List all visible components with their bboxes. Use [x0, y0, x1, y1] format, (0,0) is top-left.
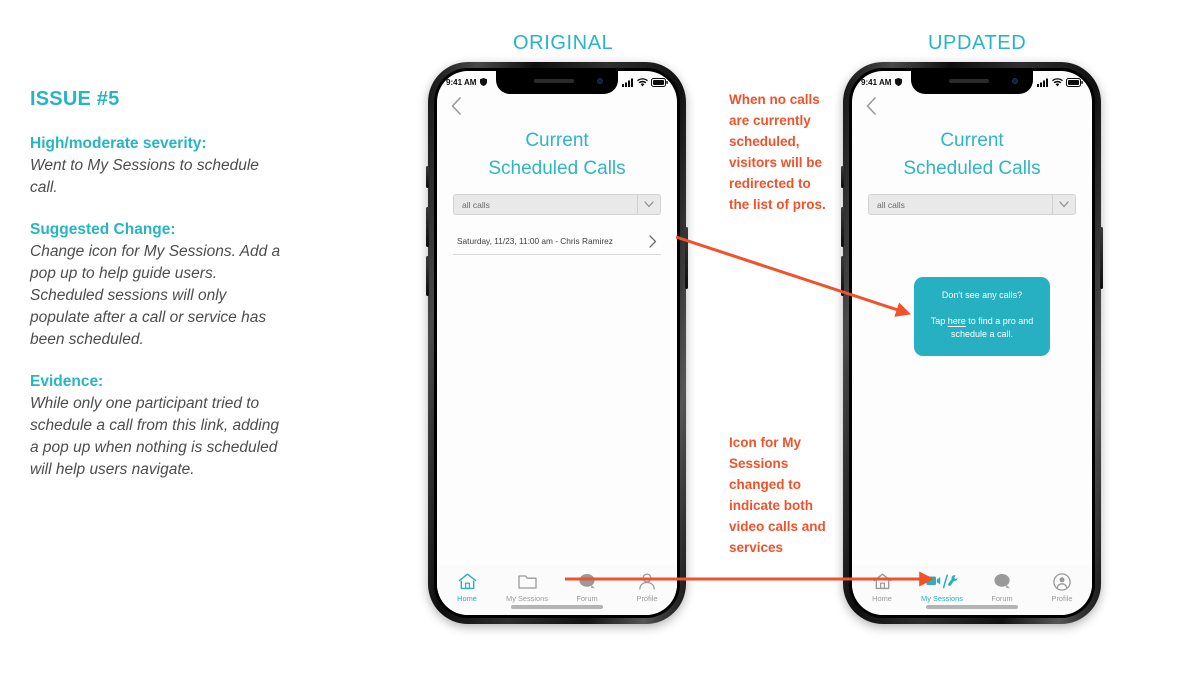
chevron-down-icon	[637, 195, 660, 214]
call-filter-dropdown[interactable]: all calls	[868, 194, 1076, 215]
earpiece-speaker-icon	[534, 79, 574, 83]
issue-heading: Evidence:	[30, 373, 104, 390]
back-button[interactable]	[449, 97, 463, 115]
phone-mockup-updated: 9:41 AM Current Scheduled Calls all call…	[841, 62, 1103, 624]
video-wrench-icon	[926, 572, 958, 591]
tab-label: Home	[457, 594, 477, 603]
home-indicator	[926, 605, 1018, 609]
call-filter-value: all calls	[462, 199, 490, 210]
cellular-signal-icon	[1037, 74, 1049, 92]
popup-here-link[interactable]: here	[948, 316, 966, 326]
section-heading-original: ORIGINAL	[513, 32, 614, 54]
status-bar-right	[1037, 74, 1083, 92]
speech-bubble-icon	[993, 572, 1012, 591]
power-button	[685, 227, 688, 289]
tab-profile[interactable]: Profile	[1032, 572, 1092, 603]
folder-icon	[517, 572, 537, 591]
screen-title: Current Scheduled Calls	[437, 127, 677, 182]
issue-heading: High/moderate severity:	[30, 135, 207, 152]
tab-label: My Sessions	[506, 594, 548, 603]
battery-icon	[1066, 74, 1083, 92]
shield-icon	[480, 77, 488, 88]
no-calls-popup[interactable]: Don't see any calls? Tap here to find a …	[914, 277, 1050, 356]
section-heading-updated: UPDATED	[928, 32, 1027, 54]
front-camera-icon	[1012, 78, 1018, 84]
volume-down-button	[841, 256, 844, 296]
issue-body: Change icon for My Sessions. Add a pop u…	[30, 243, 281, 348]
tab-label: Profile	[1051, 594, 1073, 603]
tab-label: My Sessions	[921, 594, 963, 603]
popup-body-before: Tap	[930, 315, 948, 326]
cellular-signal-icon	[622, 74, 634, 92]
issue-block-suggested-change: Suggested Change: Change icon for My Ses…	[30, 219, 282, 351]
back-button[interactable]	[864, 97, 878, 115]
issue-block-severity: High/moderate severity: Went to My Sessi…	[30, 133, 282, 199]
tab-home[interactable]: Home	[437, 572, 497, 603]
page-title: ISSUE #5	[30, 88, 120, 110]
volume-up-button	[841, 207, 844, 247]
screen-title: Current Scheduled Calls	[852, 127, 1092, 182]
screen-title-line2: Scheduled Calls	[903, 157, 1041, 179]
phone-mockup-original: 9:41 AM Current Scheduled Calls all call…	[426, 62, 688, 624]
volume-up-button	[426, 207, 429, 247]
home-indicator	[511, 605, 603, 609]
silent-switch	[841, 166, 844, 188]
status-time: 9:41 AM	[446, 78, 477, 87]
shield-icon	[895, 77, 903, 88]
call-filter-dropdown[interactable]: all calls	[453, 194, 661, 215]
tab-profile[interactable]: Profile	[617, 572, 677, 603]
status-bar-left: 9:41 AM	[446, 77, 488, 88]
tab-label: Forum	[991, 594, 1013, 603]
home-icon	[873, 572, 892, 591]
chevron-right-icon	[645, 234, 661, 248]
tab-label: Profile	[636, 594, 658, 603]
tab-label: Home	[872, 594, 892, 603]
battery-icon	[651, 74, 668, 92]
home-icon	[458, 572, 477, 591]
issue-heading: Suggested Change:	[30, 221, 176, 238]
scheduled-call-row[interactable]: Saturday, 11/23, 11:00 am - Chris Ramire…	[453, 228, 661, 255]
front-camera-icon	[597, 78, 603, 84]
earpiece-speaker-icon	[949, 79, 989, 83]
phone-bezel: 9:41 AM Current Scheduled Calls all call…	[849, 68, 1095, 618]
status-bar-left: 9:41 AM	[861, 77, 903, 88]
issue-panel: ISSUE #5 High/moderate severity: Went to…	[30, 88, 282, 501]
issue-body: Went to My Sessions to schedule call.	[30, 157, 259, 196]
screen-title-line1: Current	[525, 130, 589, 151]
notch	[911, 71, 1033, 94]
tab-forum[interactable]: Forum	[972, 572, 1032, 603]
phone-screen-updated: 9:41 AM Current Scheduled Calls all call…	[852, 71, 1092, 615]
screen-title-line2: Scheduled Calls	[488, 157, 626, 179]
person-icon	[638, 572, 656, 591]
notch	[496, 71, 618, 94]
tab-my-sessions[interactable]: My Sessions	[497, 572, 557, 603]
speech-bubble-icon	[578, 572, 597, 591]
tab-label: Forum	[576, 594, 598, 603]
chevron-down-icon	[1052, 195, 1075, 214]
phone-screen-original: 9:41 AM Current Scheduled Calls all call…	[437, 71, 677, 615]
silent-switch	[426, 166, 429, 188]
status-bar-right	[622, 74, 668, 92]
annotation-popup-note: When no calls are currently scheduled, v…	[729, 92, 826, 212]
status-time: 9:41 AM	[861, 78, 892, 87]
popup-heading: Don't see any calls?	[941, 290, 1023, 300]
phone-bezel: 9:41 AM Current Scheduled Calls all call…	[434, 68, 680, 618]
tab-home[interactable]: Home	[852, 572, 912, 603]
issue-body: While only one participant tried to sche…	[30, 395, 279, 478]
volume-down-button	[426, 256, 429, 296]
issue-block-evidence: Evidence: While only one participant tri…	[30, 371, 282, 481]
screen-title-line1: Current	[940, 130, 1004, 151]
popup-body: Tap here to find a pro and schedule a ca…	[924, 315, 1040, 341]
tab-forum[interactable]: Forum	[557, 572, 617, 603]
scheduled-call-text: Saturday, 11/23, 11:00 am - Chris Ramire…	[457, 236, 613, 246]
wifi-icon	[1052, 74, 1063, 92]
call-filter-value: all calls	[877, 199, 905, 210]
annotation-icon-note: Icon for My Sessions changed to indicate…	[729, 435, 826, 555]
tab-my-sessions[interactable]: My Sessions	[912, 572, 972, 603]
wifi-icon	[637, 74, 648, 92]
power-button	[1100, 227, 1103, 289]
person-circle-icon	[1053, 572, 1071, 591]
